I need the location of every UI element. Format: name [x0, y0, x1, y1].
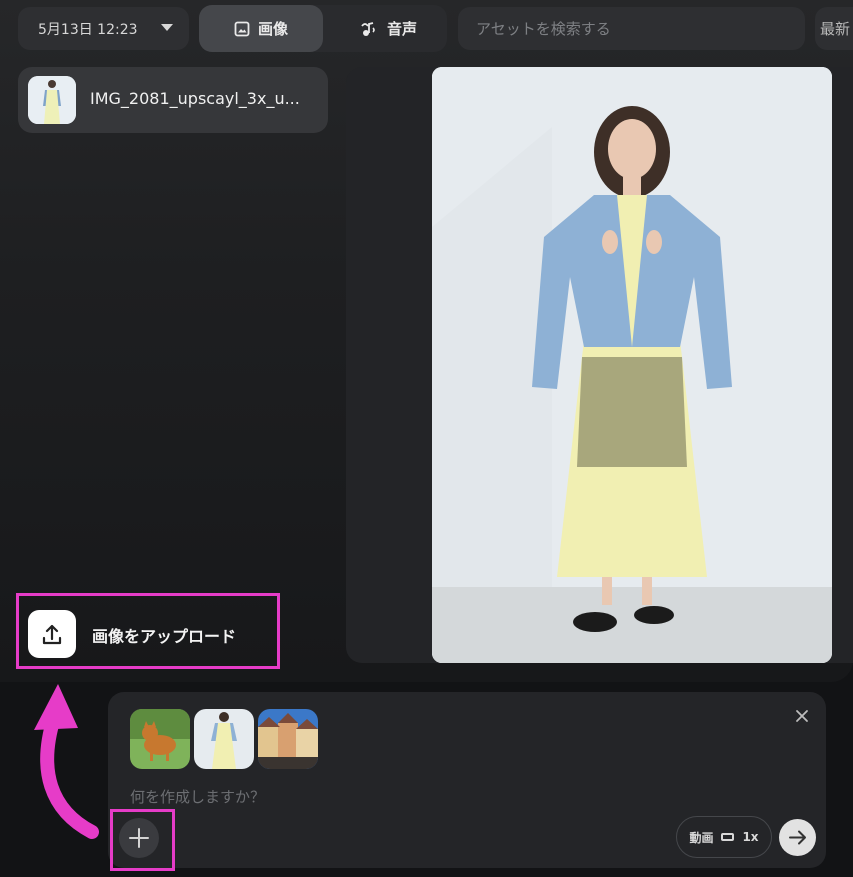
sort-selector[interactable]: 最新 [815, 7, 853, 50]
arrow-right-icon [789, 830, 806, 845]
add-attachment-button[interactable] [119, 818, 159, 858]
upload-icon [42, 624, 62, 645]
european-town-thumbnail[interactable] [258, 709, 318, 769]
woman-yellow-dress-thumbnail[interactable] [194, 709, 254, 769]
annotation-arrow-icon [34, 684, 99, 839]
prompt-input[interactable]: 何を作成しますか？ [130, 786, 265, 807]
date-selector-label: 5月13日 12:23 [38, 21, 138, 38]
aspect-ratio-icon [721, 833, 735, 841]
date-selector[interactable]: 5月13日 12:23 [18, 7, 189, 50]
image-preview [432, 67, 832, 663]
audio-icon [361, 21, 375, 36]
video-mode-selector[interactable]: 動画 1x [676, 816, 772, 858]
tab-image-label: 画像 [257, 20, 288, 38]
upload-image-button[interactable]: 画像をアップロード [16, 593, 280, 669]
upload-icon-button [28, 610, 76, 658]
asset-thumbnail [28, 76, 76, 124]
shiba-dog-thumbnail[interactable] [130, 709, 190, 769]
search-placeholder: アセットを検索する [476, 20, 611, 38]
tab-audio[interactable]: 音声 [329, 5, 447, 52]
asset-name: IMG_2081_upscayl_3x_u... [90, 89, 300, 108]
mode-label: 動画 [689, 830, 714, 845]
send-button[interactable] [779, 819, 816, 856]
search-input[interactable]: アセットを検索する [458, 7, 805, 50]
close-icon[interactable] [794, 708, 810, 724]
media-type-tabs: 画像 音声 [199, 5, 447, 52]
plus-icon [129, 828, 149, 848]
asset-list-item[interactable]: IMG_2081_upscayl_3x_u... [18, 67, 328, 133]
mode-speed: 1x [742, 830, 759, 844]
sort-label: 最新 [820, 20, 851, 38]
tab-audio-label: 音声 [386, 20, 417, 38]
chevron-down-icon [161, 24, 173, 31]
upload-label: 画像をアップロード [92, 627, 237, 646]
image-icon [234, 21, 250, 36]
tab-image[interactable]: 画像 [199, 5, 323, 52]
